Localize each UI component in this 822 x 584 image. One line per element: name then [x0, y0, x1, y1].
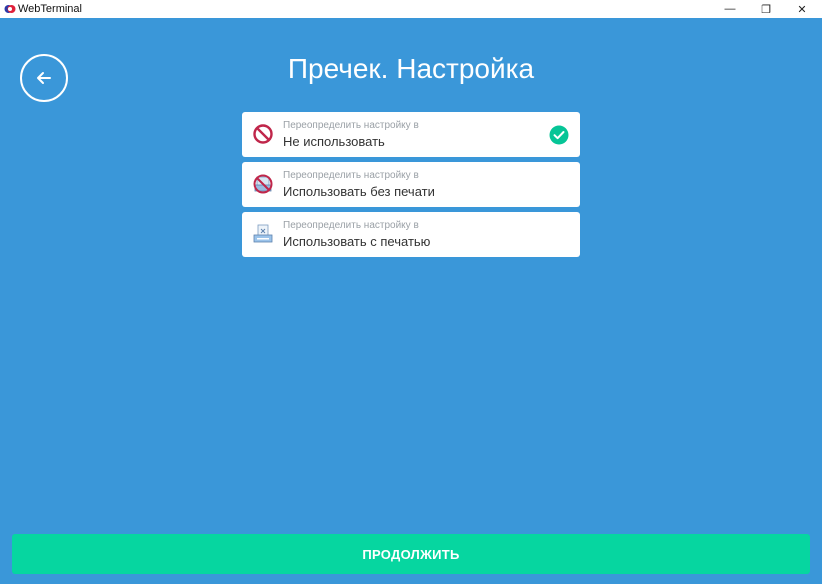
- minimize-icon: —: [724, 3, 736, 15]
- maximize-button[interactable]: ❐: [748, 0, 784, 18]
- page-title: Пречек. Настройка: [287, 53, 535, 84]
- close-icon: ✕: [797, 3, 807, 16]
- no-entry-icon: [253, 124, 273, 144]
- close-button[interactable]: ✕: [784, 0, 820, 18]
- printer-receipt-icon: [253, 224, 273, 243]
- option-not-use[interactable]: Переопределить настройку в Не использова…: [242, 112, 580, 157]
- option-caption: Переопределить настройку в: [283, 220, 419, 231]
- option-label: Не использовать: [283, 134, 385, 149]
- app-logo-icon: [4, 5, 16, 13]
- check-circle-icon: [549, 125, 569, 145]
- option-label: Использовать без печати: [283, 184, 435, 199]
- window-title: WebTerminal: [18, 3, 82, 15]
- restore-icon: ❐: [761, 3, 771, 16]
- option-label: Использовать с печатью: [283, 234, 431, 249]
- continue-button[interactable]: ПРОДОЛЖИТЬ: [12, 534, 810, 574]
- no-print-icon: [253, 174, 273, 194]
- option-caption: Переопределить настройку в: [283, 170, 419, 181]
- minimize-button[interactable]: —: [712, 0, 748, 18]
- option-caption: Переопределить настройку в: [283, 120, 419, 131]
- window-titlebar: WebTerminal — ❐ ✕: [0, 0, 822, 18]
- option-use-with-print[interactable]: Переопределить настройку в Использовать …: [242, 212, 580, 257]
- option-use-without-print[interactable]: Переопределить настройку в Использовать …: [242, 162, 580, 207]
- options-list: Переопределить настройку в Не использова…: [242, 112, 580, 262]
